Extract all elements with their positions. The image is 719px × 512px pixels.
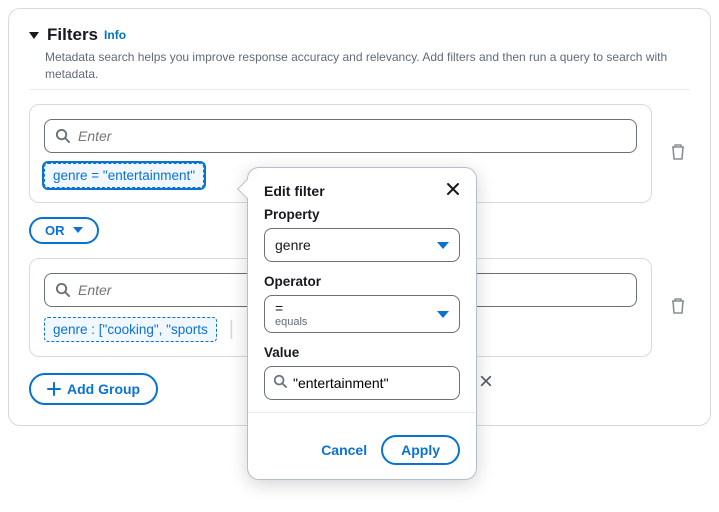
search-icon <box>55 128 70 143</box>
popover-divider <box>248 412 476 413</box>
add-group-button[interactable]: Add Group <box>29 373 158 405</box>
plus-icon <box>47 382 61 396</box>
filters-subtitle: Metadata search helps you improve respon… <box>45 49 690 83</box>
apply-button[interactable]: Apply <box>381 435 460 465</box>
chevron-down-icon <box>437 311 449 318</box>
cancel-button[interactable]: Cancel <box>321 435 367 465</box>
popover-actions: Cancel Apply <box>248 423 476 479</box>
filters-panel: Filters Info Metadata search helps you i… <box>8 8 711 426</box>
collapse-caret-icon[interactable] <box>29 32 39 39</box>
delete-group-1-button[interactable] <box>666 139 690 168</box>
operator-select[interactable]: = equals <box>264 295 460 333</box>
chevron-down-icon <box>73 227 83 233</box>
popover-title: Edit filter <box>264 183 325 199</box>
group1-search-input[interactable] <box>78 128 626 144</box>
operator-description: equals <box>275 316 307 329</box>
group2-chip-genre[interactable]: genre : ["cooking", "sports <box>44 317 217 342</box>
property-label: Property <box>264 207 460 222</box>
group1-chip-genre[interactable]: genre = "entertainment" <box>44 163 204 188</box>
property-value: genre <box>275 237 311 253</box>
delete-group-2-button[interactable] <box>666 293 690 322</box>
group-operator-select[interactable]: OR <box>29 217 99 244</box>
clear-value-button[interactable] <box>480 374 492 392</box>
edit-filter-popover: Edit filter Property genre Operator = eq… <box>247 167 477 480</box>
filters-header: Filters Info <box>29 25 690 45</box>
add-group-label: Add Group <box>67 381 140 397</box>
divider <box>29 89 690 90</box>
search-icon <box>55 282 70 297</box>
operator-label: Operator <box>264 274 460 289</box>
popover-close-button[interactable] <box>446 182 460 199</box>
value-input-wrap[interactable] <box>264 366 460 400</box>
chevron-down-icon <box>437 242 449 249</box>
chip-divider: | <box>227 318 236 341</box>
group1-search[interactable] <box>44 119 637 153</box>
value-label: Value <box>264 345 460 360</box>
property-select[interactable]: genre <box>264 228 460 262</box>
operator-value: = <box>275 300 307 316</box>
value-input[interactable] <box>293 375 474 391</box>
search-icon <box>273 374 287 391</box>
info-link[interactable]: Info <box>104 28 126 42</box>
group-operator-label: OR <box>45 223 65 238</box>
filters-title: Filters <box>47 25 98 45</box>
